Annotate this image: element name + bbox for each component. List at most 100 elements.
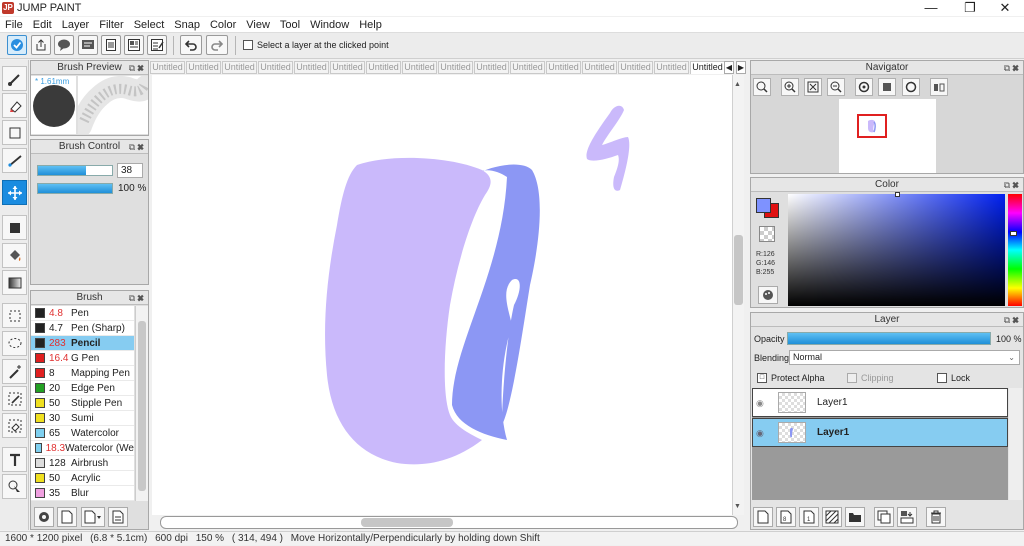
lock-option[interactable]: Lock (937, 373, 970, 383)
transparent-color-swatch[interactable] (759, 226, 775, 242)
hue-slider[interactable] (1008, 194, 1022, 306)
blending-select[interactable]: Normal ⌄ (789, 350, 1020, 365)
panel-controls-icon[interactable]: ⧉✖ (1004, 179, 1021, 192)
visibility-eye-icon[interactable]: ◉ (756, 398, 764, 409)
menu-select[interactable]: Select (129, 17, 170, 33)
export-icon[interactable] (31, 35, 51, 55)
brush-item[interactable]: 20 Edge Pen (31, 381, 134, 396)
fill-rect-tool-icon[interactable] (2, 215, 27, 240)
document-tab[interactable]: Untitled (366, 61, 401, 74)
document-tab[interactable]: Untitled (438, 61, 473, 74)
document-tab[interactable]: Untitled (510, 61, 545, 74)
drawing-canvas[interactable] (152, 75, 732, 515)
brush-item[interactable]: 128 Airbrush (31, 456, 134, 471)
new-layer-icon[interactable] (753, 507, 773, 527)
hue-cursor[interactable] (1010, 231, 1017, 236)
brush-item[interactable]: 30 Sumi (31, 411, 134, 426)
menu-layer[interactable]: Layer (57, 17, 95, 33)
brush-item[interactable]: 4.8 Pen (31, 306, 134, 321)
brush-tool-icon[interactable] (2, 66, 27, 91)
edit-grid-icon[interactable] (147, 35, 167, 55)
undo-icon[interactable] (180, 35, 202, 55)
menu-view[interactable]: View (241, 17, 275, 33)
document-tab[interactable]: Untitled (654, 61, 689, 74)
new-layer-1bit-icon[interactable]: 1 (799, 507, 819, 527)
panel-controls-icon[interactable]: ⧉✖ (129, 141, 146, 154)
tab-scroll-left-icon[interactable]: ◀ (724, 61, 734, 74)
scroll-thumb[interactable] (138, 321, 146, 491)
select-pen-tool-icon[interactable] (2, 386, 27, 411)
panel-controls-icon[interactable]: ⧉✖ (1004, 62, 1021, 75)
layer-row[interactable]: ◉ Layer1 (752, 388, 1008, 417)
lock-checkbox[interactable] (937, 373, 947, 383)
operation-tool-icon[interactable] (2, 474, 27, 499)
brush-copy-icon[interactable] (108, 507, 128, 527)
navigator-viewport[interactable] (857, 114, 887, 138)
layer-row[interactable]: ◉ Layer1 (752, 418, 1008, 447)
visibility-eye-icon[interactable]: ◉ (756, 428, 764, 439)
picker-cursor[interactable] (895, 192, 900, 197)
saturation-value-picker[interactable] (788, 192, 1005, 306)
scroll-down-icon[interactable]: ▼ (734, 503, 741, 510)
new-brush-icon[interactable] (57, 507, 77, 527)
text-tool-icon[interactable] (2, 447, 27, 472)
new-tone-layer-icon[interactable] (822, 507, 842, 527)
move-tool-icon[interactable] (2, 180, 27, 205)
scroll-thumb[interactable] (361, 518, 453, 527)
eraser-tool-icon[interactable] (2, 93, 27, 118)
merge-layer-icon[interactable] (897, 507, 917, 527)
clipping-option[interactable]: Clipping (847, 373, 894, 383)
document-tab[interactable]: Untitled (690, 61, 725, 74)
brush-size-slider[interactable] (37, 165, 113, 176)
brush-item[interactable]: 16.4 G Pen (31, 351, 134, 366)
brush-item[interactable]: 8 Mapping Pen (31, 366, 134, 381)
protect-alpha-option[interactable]: □ Protect Alpha (757, 373, 825, 383)
menu-window[interactable]: Window (305, 17, 354, 33)
brush-item[interactable]: 283 Pencil (31, 336, 134, 351)
rotate-right-icon[interactable] (902, 78, 920, 96)
primary-color-swatch[interactable] (756, 198, 771, 213)
page-icon[interactable] (101, 35, 121, 55)
brush-menu-icon[interactable] (81, 507, 105, 527)
new-folder-icon[interactable] (845, 507, 865, 527)
text-bubble-icon[interactable] (78, 35, 98, 55)
lasso-tool-icon[interactable] (2, 331, 27, 356)
scroll-thumb[interactable] (734, 235, 743, 305)
document-tab[interactable]: Untitled (258, 61, 293, 74)
maximize-button[interactable]: ❐ (955, 0, 985, 16)
fit-screen-icon[interactable] (804, 78, 822, 96)
redo-icon[interactable] (206, 35, 228, 55)
menu-help[interactable]: Help (354, 17, 387, 33)
document-tab[interactable]: Untitled (402, 61, 437, 74)
layer-list-scrollbar[interactable] (1009, 388, 1022, 500)
brush-settings-icon[interactable] (34, 507, 54, 527)
zoom-fit-icon[interactable] (753, 78, 771, 96)
canvas-horizontal-scrollbar[interactable] (160, 516, 738, 529)
magic-wand-tool-icon[interactable] (2, 359, 27, 384)
canvas-vertical-scrollbar[interactable]: ▲ ▼ (732, 75, 744, 515)
gradient-tool-icon[interactable] (2, 270, 27, 295)
document-tab[interactable]: Untitled (222, 61, 257, 74)
flip-icon[interactable] (930, 78, 948, 96)
minimize-button[interactable]: — (916, 0, 946, 16)
menu-edit[interactable]: Edit (28, 17, 57, 33)
document-tab[interactable]: Untitled (330, 61, 365, 74)
brush-item[interactable]: 50 Acrylic (31, 471, 134, 486)
menu-filter[interactable]: Filter (94, 17, 128, 33)
brush-item[interactable]: 65 Watercolor (31, 426, 134, 441)
menu-color[interactable]: Color (205, 17, 241, 33)
document-tab[interactable]: Untitled (582, 61, 617, 74)
layer-opacity-slider[interactable] (787, 332, 991, 345)
panel-controls-icon[interactable]: ⧉✖ (129, 62, 146, 75)
zoom-out-icon[interactable] (827, 78, 845, 96)
duplicate-layer-icon[interactable] (874, 507, 894, 527)
brush-opacity-slider[interactable] (37, 183, 113, 194)
document-tab[interactable]: Untitled (294, 61, 329, 74)
zoom-in-icon[interactable] (781, 78, 799, 96)
scroll-up-icon[interactable]: ▲ (734, 81, 741, 88)
select-eraser-tool-icon[interactable] (2, 413, 27, 438)
close-window-button[interactable]: ✕ (990, 0, 1020, 16)
select-layer-option[interactable]: Select a layer at the clicked point (243, 40, 389, 50)
brush-item[interactable]: 50 Stipple Pen (31, 396, 134, 411)
rect-select-tool-icon[interactable] (2, 303, 27, 328)
